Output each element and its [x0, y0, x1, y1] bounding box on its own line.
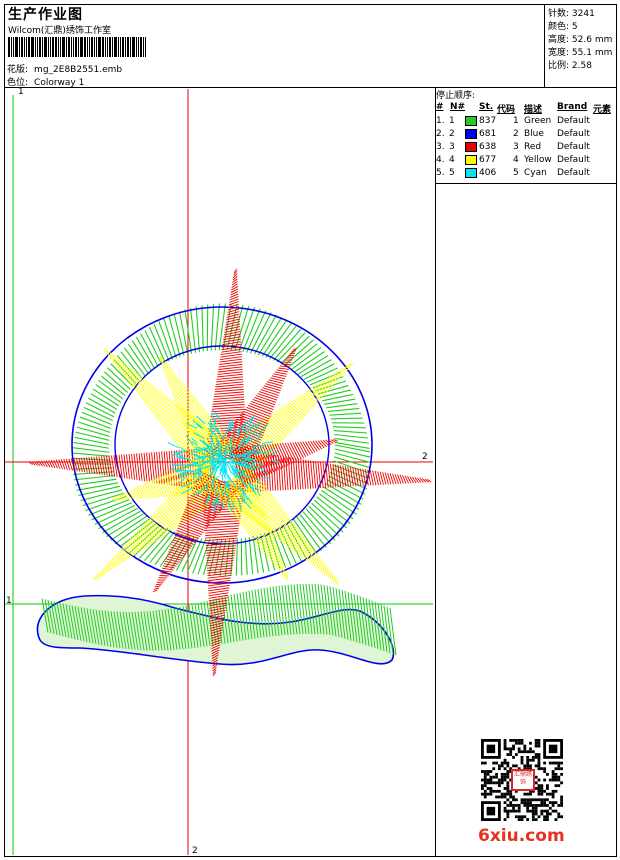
seal-stamp: 汇鼎绣饰: [511, 769, 535, 791]
seal-text: 汇鼎绣饰: [513, 771, 532, 786]
red-horizontal-axis-label: 2: [422, 452, 428, 462]
watermark-logo: 6xiu.com: [478, 826, 565, 846]
embroidery-design-view: [5, 89, 433, 855]
green-horizontal-axis-label: 1: [6, 596, 12, 606]
red-vertical-axis-label: 2: [192, 846, 198, 856]
green-vertical-axis-label: 1: [18, 87, 24, 97]
